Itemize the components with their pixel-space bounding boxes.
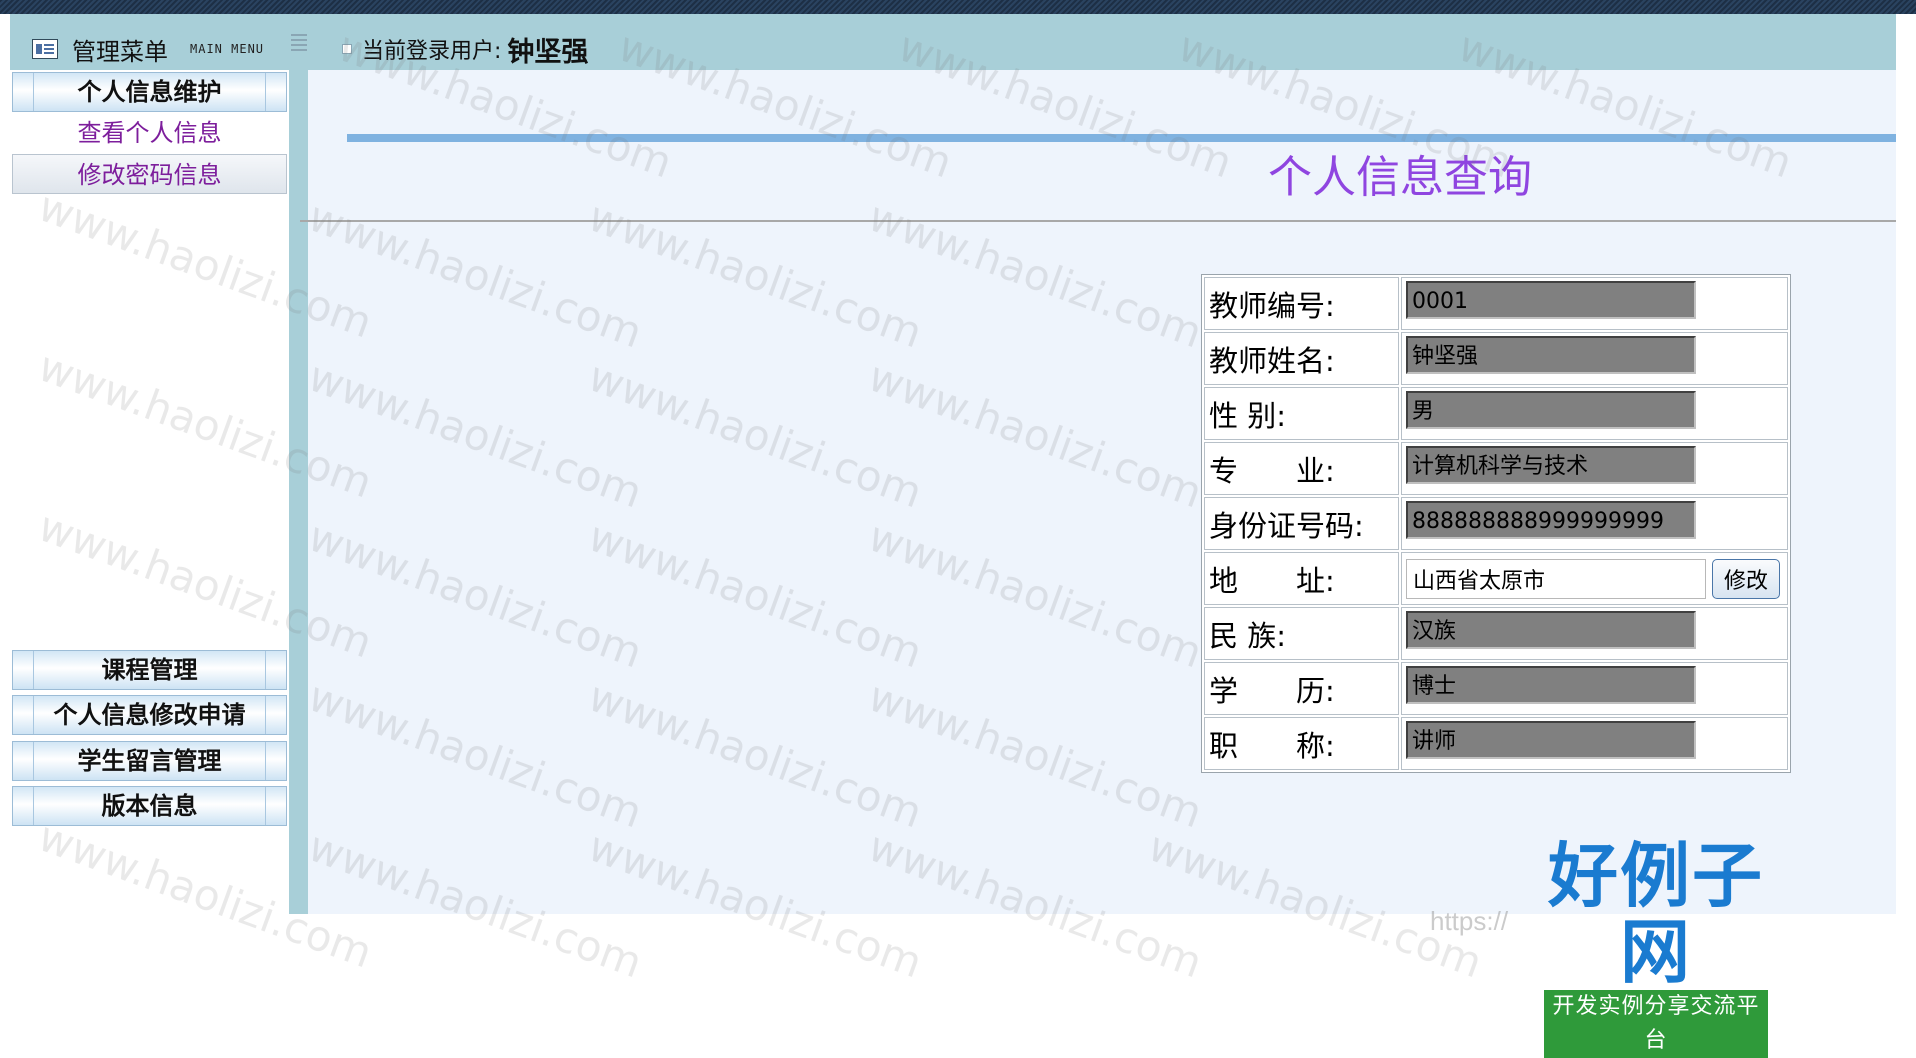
menu-title: 管理菜单 <box>72 37 168 66</box>
major-field: 计算机科学与技术 <box>1406 446 1696 484</box>
sidebar-section-info-change-request[interactable]: 个人信息修改申请 <box>12 695 287 735</box>
current-user-label: 当前登录用户: <box>362 39 502 64</box>
field-cell: 修改 <box>1401 552 1788 605</box>
field-cell: 888888888999999999 <box>1401 497 1788 550</box>
field-cell: 钟坚强 <box>1401 332 1788 385</box>
field-cell: 计算机科学与技术 <box>1401 442 1788 495</box>
teacher-id-field: 0001 <box>1406 281 1696 319</box>
title-field: 讲师 <box>1406 721 1696 759</box>
field-label: 身份证号码: <box>1204 497 1399 550</box>
field-label: 民 族: <box>1204 607 1399 660</box>
table-row: 身份证号码: 888888888999999999 <box>1204 497 1788 550</box>
main-menu-header: 管理菜单 MAIN MENU <box>32 34 265 66</box>
sidebar-section-label: 学生留言管理 <box>77 747 222 775</box>
field-label: 教师编号: <box>1204 277 1399 330</box>
sidebar-item-change-password[interactable]: 修改密码信息 <box>12 154 287 194</box>
page-title: 个人信息查询 <box>1268 152 1532 203</box>
field-label: 教师姓名: <box>1204 332 1399 385</box>
modify-button[interactable]: 修改 <box>1712 559 1780 599</box>
table-row: 学 历: 博士 <box>1204 662 1788 715</box>
field-label: 专 业: <box>1204 442 1399 495</box>
gender-field: 男 <box>1406 391 1696 429</box>
table-row: 性 别: 男 <box>1204 387 1788 440</box>
sidebar-section-label: 课程管理 <box>101 656 198 684</box>
table-row: 专 业: 计算机科学与技术 <box>1204 442 1788 495</box>
field-label: 职 称: <box>1204 717 1399 770</box>
id-number-field: 888888888999999999 <box>1406 501 1696 539</box>
watermark-url: https:// <box>1430 906 1509 936</box>
table-row: 职 称: 讲师 <box>1204 717 1788 770</box>
table-row: 地 址: 修改 <box>1204 552 1788 605</box>
address-input[interactable] <box>1406 558 1706 599</box>
field-label: 学 历: <box>1204 662 1399 715</box>
bullet-icon <box>342 44 352 54</box>
field-cell: 讲师 <box>1401 717 1788 770</box>
field-label: 地 址: <box>1204 552 1399 605</box>
logo-subtitle: 开发实例分享交流平台 <box>1544 990 1768 1058</box>
sidebar-section-student-messages[interactable]: 学生留言管理 <box>12 741 287 781</box>
field-cell: 0001 <box>1401 277 1788 330</box>
current-user-bar: 当前登录用户: 钟坚强 <box>342 34 588 68</box>
sidebar-section-label: 版本信息 <box>101 792 198 820</box>
current-user-name: 钟坚强 <box>507 36 589 68</box>
teacher-name-field: 钟坚强 <box>1406 336 1696 374</box>
table-row: 教师姓名: 钟坚强 <box>1204 332 1788 385</box>
title-accent-bar <box>347 134 1896 142</box>
sidebar-section-label: 个人信息修改申请 <box>53 701 246 729</box>
sidebar-section-version[interactable]: 版本信息 <box>12 786 287 826</box>
sidebar-item-view-info[interactable]: 查看个人信息 <box>12 113 287 153</box>
right-edge <box>1896 14 1916 970</box>
field-cell: 男 <box>1401 387 1788 440</box>
table-row: 教师编号: 0001 <box>1204 277 1788 330</box>
sidebar-section-courses[interactable]: 课程管理 <box>12 650 287 690</box>
divider <box>300 220 1896 222</box>
table-row: 民 族: 汉族 <box>1204 607 1788 660</box>
menu-subtitle: MAIN MENU <box>190 42 265 56</box>
menu-icon <box>32 39 58 59</box>
ethnicity-field: 汉族 <box>1406 611 1696 649</box>
sidebar-section-label: 个人信息维护 <box>77 78 222 106</box>
sidebar-toggle-icon[interactable] <box>291 34 307 54</box>
top-stripe <box>0 0 1916 14</box>
education-field: 博士 <box>1406 666 1696 704</box>
sidebar-section-personal-info[interactable]: 个人信息维护 <box>12 72 287 112</box>
field-cell: 汉族 <box>1401 607 1788 660</box>
field-label: 性 别: <box>1204 387 1399 440</box>
field-cell: 博士 <box>1401 662 1788 715</box>
teacher-info-table: 教师编号: 0001 教师姓名: 钟坚强 性 别: 男 专 业: 计算机科学与技… <box>1201 274 1791 773</box>
